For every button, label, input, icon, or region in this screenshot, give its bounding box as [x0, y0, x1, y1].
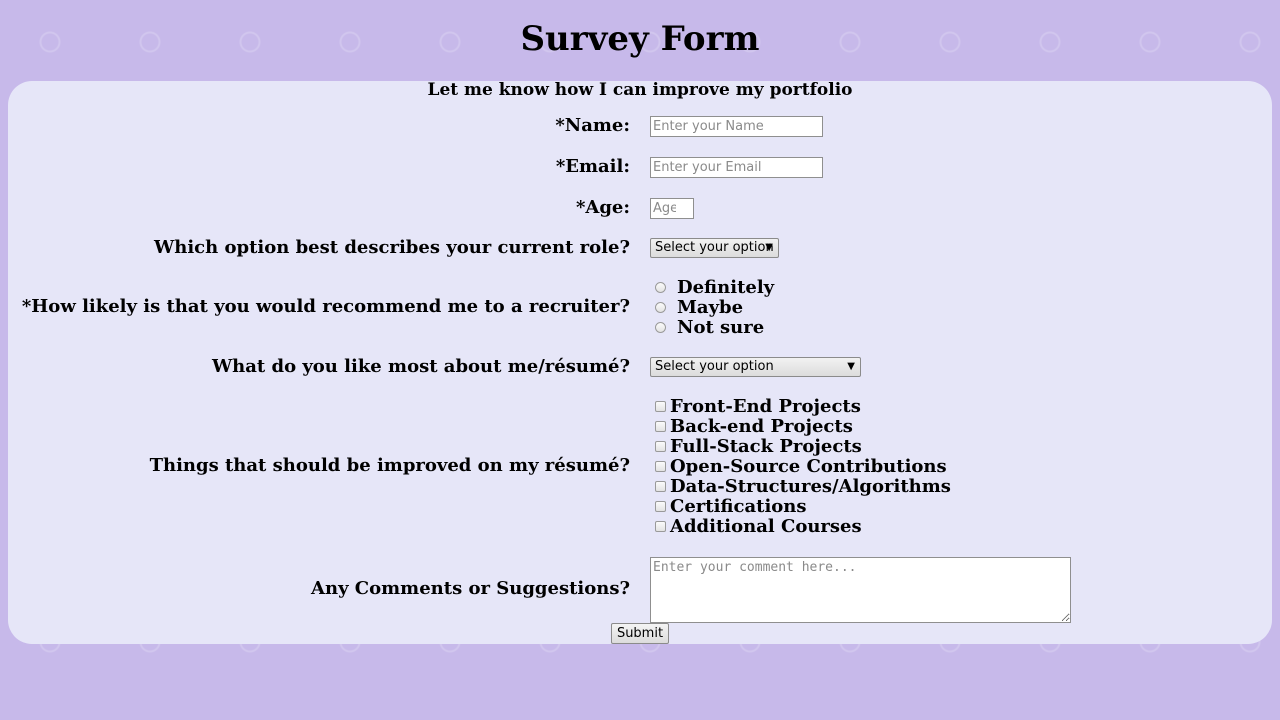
page-title: Survey Form [520, 19, 760, 59]
improve-option-label: Additional Courses [670, 516, 862, 537]
checkbox[interactable] [655, 441, 666, 452]
comments-label: Any Comments or Suggestions? [311, 578, 630, 599]
radio-button[interactable] [655, 282, 666, 293]
comments-textarea[interactable] [650, 557, 1071, 623]
improve-option-label: Front-End Projects [670, 396, 861, 417]
role-select-value: Select your option [655, 240, 774, 255]
recommend-option-label: Maybe [677, 297, 744, 318]
chevron-down-icon: ▼ [765, 242, 773, 253]
checkbox[interactable] [655, 521, 666, 532]
checkbox[interactable] [655, 401, 666, 412]
role-select[interactable]: Select your option ▼ [650, 238, 779, 258]
checkbox[interactable] [655, 461, 666, 472]
checkbox[interactable] [655, 421, 666, 432]
email-label: *Email: [555, 156, 630, 177]
like-most-label: What do you like most about me/résumé? [211, 356, 630, 377]
submit-button[interactable]: Submit [611, 623, 669, 644]
checkbox[interactable] [655, 481, 666, 492]
recommend-label: *How likely is that you would recommend … [21, 296, 630, 317]
email-input[interactable] [650, 157, 823, 178]
radio-button[interactable] [655, 302, 666, 313]
checkbox[interactable] [655, 501, 666, 512]
name-input[interactable] [650, 116, 823, 137]
like-most-select-value: Select your option [655, 359, 774, 374]
improve-option-label: Certifications [670, 496, 807, 517]
name-label: *Name: [555, 115, 630, 136]
recommend-option-label: Not sure [677, 317, 765, 338]
improve-option-label: Data-Structures/Algorithms [670, 476, 951, 497]
age-label: *Age: [575, 197, 630, 218]
improve-option-label: Full-Stack Projects [670, 436, 862, 457]
form-description: Let me know how I can improve my portfol… [427, 80, 853, 100]
survey-form-panel [8, 81, 1272, 644]
role-label: Which option best describes your current… [154, 237, 630, 258]
recommend-option-label: Definitely [677, 277, 775, 298]
improve-option-label: Back-end Projects [670, 416, 853, 437]
improve-option-label: Open-Source Contributions [670, 456, 947, 477]
age-input[interactable] [650, 198, 694, 219]
chevron-down-icon: ▼ [847, 361, 855, 372]
radio-button[interactable] [655, 322, 666, 333]
improve-label: Things that should be improved on my rés… [149, 455, 630, 476]
like-most-select[interactable]: Select your option ▼ [650, 357, 861, 377]
